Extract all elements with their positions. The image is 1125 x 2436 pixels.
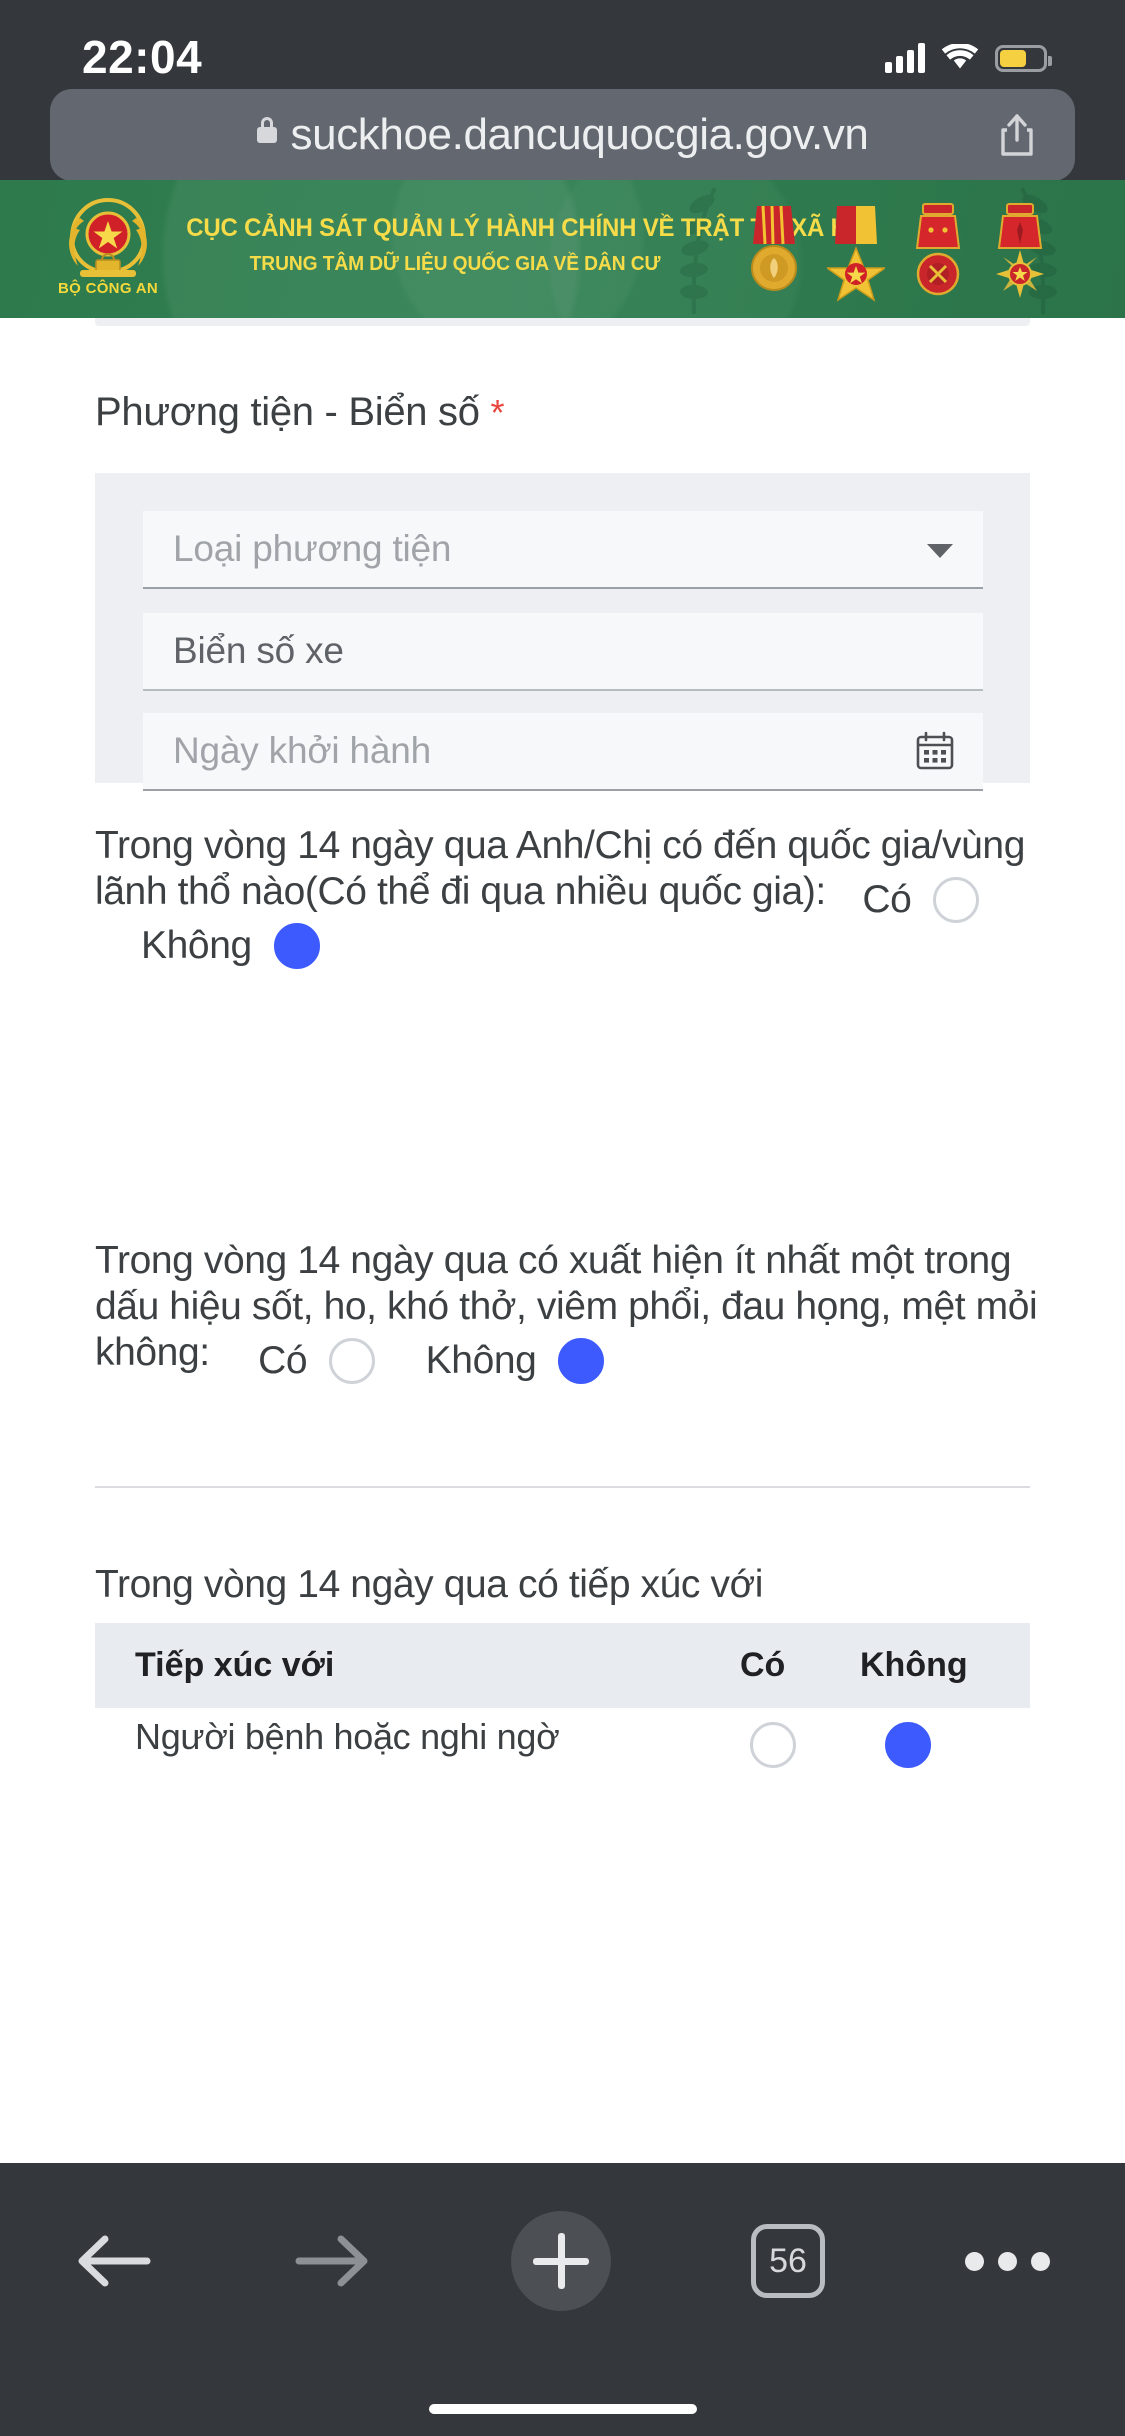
tabs-count-badge: 56 — [751, 2224, 825, 2298]
license-plate-placeholder: Biển số xe — [173, 630, 344, 671]
address-bar[interactable]: suckhoe.dancuquocgia.gov.vn — [50, 89, 1075, 181]
tabs-button[interactable]: 56 — [751, 2224, 825, 2298]
status-bar-indicators — [885, 42, 1052, 73]
medal-icon — [824, 200, 888, 304]
section-divider — [95, 1486, 1030, 1488]
contact-row-radio-no-selected[interactable] — [885, 1722, 931, 1768]
radio-label-yes: Có — [862, 877, 912, 921]
contact-row-radio-yes[interactable] — [750, 1722, 796, 1768]
forward-button[interactable] — [293, 2231, 371, 2291]
radio-label-no: Không — [425, 1338, 537, 1382]
home-indicator — [428, 2404, 697, 2414]
back-button[interactable] — [75, 2231, 153, 2291]
vehicle-type-select[interactable]: Loại phương tiện — [143, 511, 983, 589]
radio-no-selected[interactable] — [273, 922, 320, 969]
lock-icon — [256, 117, 277, 143]
departure-date-placeholder: Ngày khởi hành — [173, 730, 432, 771]
more-dots-icon — [965, 2251, 1050, 2271]
contact-table-col-no: Không — [860, 1646, 968, 1684]
question-symptoms: Trong vòng 14 ngày qua có xuất hiện ít n… — [95, 1238, 1045, 1384]
question-symptoms-yes-option[interactable]: Có — [214, 1337, 376, 1384]
police-emblem-icon — [60, 194, 156, 282]
vehicle-type-placeholder: Loại phương tiện — [173, 528, 452, 569]
radio-yes[interactable] — [329, 1337, 376, 1384]
banner-title-primary: CỤC CẢNH SÁT QUẢN LÝ HÀNH CHÍNH VỀ TRẬT … — [186, 214, 873, 242]
address-bar-url: suckhoe.dancuquocgia.gov.vn — [290, 110, 869, 159]
banner-titles: CỤC CẢNH SÁT QUẢN LÝ HÀNH CHÍNH VỀ TRẬT … — [175, 214, 873, 276]
arrow-forward-icon — [293, 2231, 371, 2291]
status-bar-time: 22:04 — [82, 31, 203, 83]
contact-table-header: Tiếp xúc với Có Không — [95, 1623, 1030, 1708]
arrow-back-icon — [75, 2231, 153, 2291]
banner-title-secondary: TRUNG TÂM DỮ LIỆU QUỐC GIA VỀ DÂN CƯ — [249, 252, 661, 275]
license-plate-input[interactable]: Biển số xe — [143, 613, 983, 691]
medal-icon — [909, 200, 967, 304]
contact-section-intro: Trong vòng 14 ngày qua có tiếp xúc với — [95, 1563, 764, 1606]
previous-card-edge — [95, 318, 1030, 326]
browser-toolbar-bottom: 56 — [0, 2163, 1125, 2436]
cellular-bars-icon — [885, 43, 925, 73]
more-button[interactable] — [965, 2251, 1050, 2271]
question-travel-history: Trong vòng 14 ngày qua Anh/Chị có đến qu… — [95, 823, 1045, 969]
tabs-count-label: 56 — [769, 2241, 807, 2280]
radio-yes[interactable] — [933, 876, 980, 923]
plus-icon — [511, 2211, 611, 2311]
radio-no-selected[interactable] — [558, 1337, 605, 1384]
status-bar: 22:04 — [0, 0, 1125, 90]
contact-table-col-yes: Có — [740, 1646, 786, 1684]
medals-group — [745, 200, 1049, 304]
contact-table-col-label: Tiếp xúc với — [135, 1646, 335, 1684]
chevron-down-icon — [927, 544, 953, 558]
browser-toolbar-top: suckhoe.dancuquocgia.gov.vn — [0, 89, 1125, 181]
new-tab-button[interactable] — [511, 2211, 611, 2311]
question-travel-history-yes-option[interactable]: Có — [830, 876, 980, 923]
toolbar-buttons: 56 — [0, 2201, 1125, 2321]
required-asterisk: * — [490, 392, 505, 433]
ministry-emblem-label: BỘ CÔNG AN — [58, 280, 158, 297]
battery-low-power-icon — [995, 44, 1052, 72]
radio-label-no: Không — [141, 923, 252, 967]
site-banner: BỘ CÔNG AN CỤC CẢNH SÁT QUẢN LÝ HÀNH CHÍ… — [0, 180, 1125, 318]
table-row[interactable]: Người bệnh hoặc nghi ngờ — [95, 1708, 1030, 1768]
medal-icon — [745, 200, 803, 304]
medal-icon — [991, 200, 1049, 304]
question-symptoms-no-option[interactable]: Không — [380, 1337, 605, 1384]
radio-label-yes: Có — [258, 1338, 308, 1382]
share-icon[interactable] — [999, 113, 1035, 157]
ministry-emblem: BỘ CÔNG AN — [52, 194, 164, 306]
page-section-title: Phương tiện - Biển số * — [95, 390, 505, 435]
contact-row-label: Người bệnh hoặc nghi ngờ — [135, 1716, 560, 1757]
wifi-icon — [941, 42, 979, 72]
calendar-icon[interactable] — [915, 731, 955, 771]
section-title-text: Phương tiện - Biển số — [95, 390, 480, 434]
webpage-content: Phương tiện - Biển số * Loại phương tiện… — [0, 318, 1125, 2163]
question-travel-history-no-option[interactable]: Không — [95, 922, 320, 969]
departure-date-input[interactable]: Ngày khởi hành — [143, 713, 983, 791]
vehicle-fields-group: Loại phương tiện Biển số xe Ngày khởi hà… — [95, 473, 1030, 791]
